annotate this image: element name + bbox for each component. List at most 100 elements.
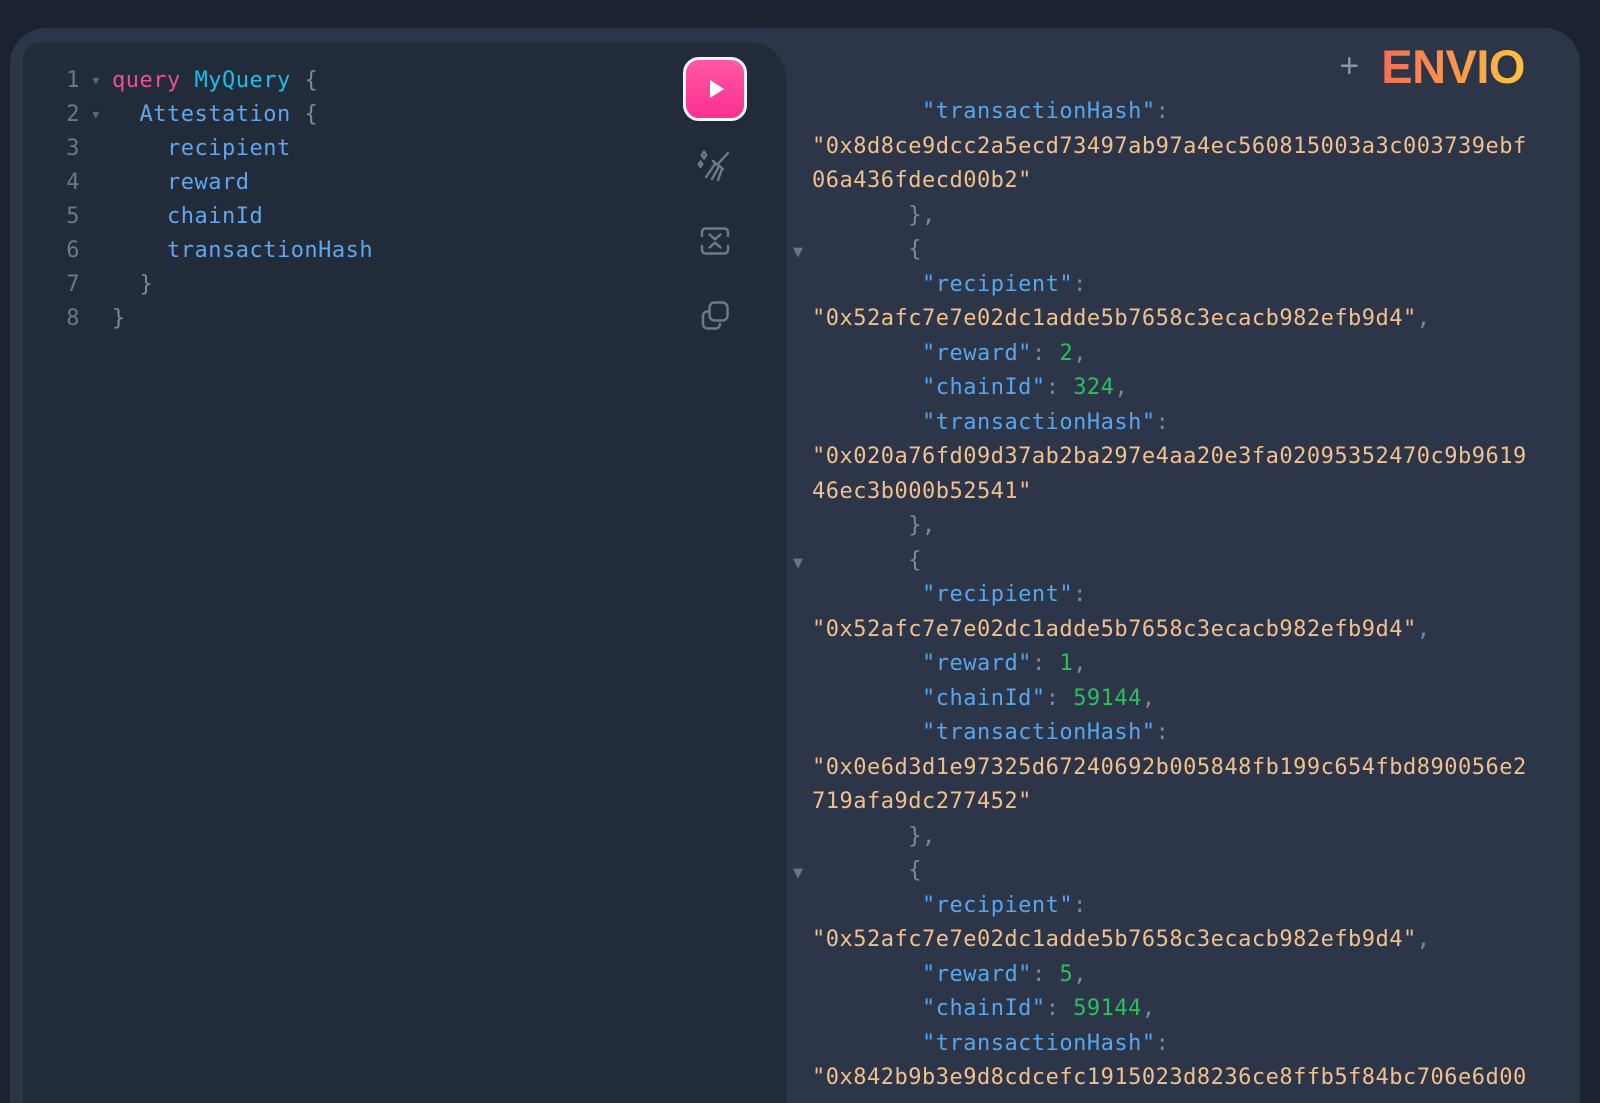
line-number: 1 xyxy=(23,64,80,98)
collapse-arrow-icon[interactable]: ▼ xyxy=(793,547,804,582)
code-text: "chainId": 59144, xyxy=(812,686,1156,711)
code-line: "0x52afc7e7e02dc1adde5b7658c3ecacb982efb… xyxy=(812,613,1580,648)
merge-fragments-button[interactable] xyxy=(695,221,735,261)
code-line: "chainId": 59144, xyxy=(812,682,1580,717)
code-line: "recipient": xyxy=(812,268,1580,303)
code-text: "0x8d8ce9dcc2a5ecd73497ab97a4ec560815003… xyxy=(812,134,1527,159)
response-json: "transactionHash": "0x8d8ce9dcc2a5ecd7349… xyxy=(786,28,1580,1096)
editor-toolbar xyxy=(683,57,747,335)
code-text: "0x52afc7e7e02dc1adde5b7658c3ecacb982efb… xyxy=(812,617,1431,642)
line-number: 2 xyxy=(23,98,80,132)
code-line: 719afa9dc277452" xyxy=(812,785,1580,820)
code-text: "chainId": 324, xyxy=(812,375,1128,400)
fold-arrow-icon[interactable]: ▾ xyxy=(80,64,112,98)
graphiql-window: 1▾query MyQuery {2▾ Attestation {3 recip… xyxy=(10,28,1580,1103)
envio-logo[interactable]: ENVIO xyxy=(1381,39,1525,94)
code-line: "0x842b9b3e9d8cdcefc1915023d8236ce8ffb5f… xyxy=(812,1061,1580,1096)
copy-icon xyxy=(695,295,735,335)
collapse-arrow-icon[interactable]: ▼ xyxy=(793,857,804,892)
fold-spacer xyxy=(80,302,112,336)
line-number: 5 xyxy=(23,200,80,234)
code-text: 719afa9dc277452" xyxy=(812,789,1032,814)
code-line: }, xyxy=(812,199,1580,234)
code-text: "transactionHash": xyxy=(812,410,1169,435)
code-text: "reward": 1, xyxy=(812,651,1087,676)
code-line: "reward": 2, xyxy=(812,337,1580,372)
code-line[interactable]: 5 chainId xyxy=(23,200,786,234)
code-text: "recipient": xyxy=(812,272,1087,297)
code-text: { xyxy=(812,548,922,573)
code-text: "recipient": xyxy=(812,893,1087,918)
code-line: "reward": 5, xyxy=(812,958,1580,993)
code-line: "transactionHash": xyxy=(812,95,1580,130)
add-tab-button[interactable]: + xyxy=(1339,49,1359,83)
fold-arrow-icon[interactable]: ▾ xyxy=(80,98,112,132)
prettify-button[interactable] xyxy=(695,147,735,187)
code-line[interactable]: 7 } xyxy=(23,268,786,302)
merge-fragments-icon xyxy=(695,221,735,261)
code-line: ▼ { xyxy=(812,544,1580,579)
line-number: 6 xyxy=(23,234,80,268)
code-line: }, xyxy=(812,509,1580,544)
code-text: 46ec3b000b52541" xyxy=(812,479,1032,504)
code-text: "reward": 2, xyxy=(812,341,1087,366)
prettify-icon xyxy=(695,147,735,187)
line-number: 8 xyxy=(23,302,80,336)
code-line: "recipient": xyxy=(812,578,1580,613)
fold-spacer xyxy=(80,132,112,166)
code-line: 46ec3b000b52541" xyxy=(812,475,1580,510)
code-line[interactable]: 3 recipient xyxy=(23,132,786,166)
code-line[interactable]: 6 transactionHash xyxy=(23,234,786,268)
copy-query-button[interactable] xyxy=(695,295,735,335)
code-text: }, xyxy=(812,824,936,849)
code-line: }, xyxy=(812,820,1580,855)
code-text: "0x52afc7e7e02dc1adde5b7658c3ecacb982efb… xyxy=(812,306,1431,331)
code-text: "transactionHash": xyxy=(812,99,1169,124)
code-line: "transactionHash": xyxy=(812,1027,1580,1062)
query-editor-code[interactable]: 1▾query MyQuery {2▾ Attestation {3 recip… xyxy=(23,42,786,336)
code-text: 06a436fdecd00b2" xyxy=(812,168,1032,193)
code-line: ▼ { xyxy=(812,854,1580,889)
code-text: "0x0e6d3d1e97325d67240692b005848fb199c65… xyxy=(812,755,1527,780)
code-line: "0x52afc7e7e02dc1adde5b7658c3ecacb982efb… xyxy=(812,923,1580,958)
line-number: 4 xyxy=(23,166,80,200)
code-text: "0x52afc7e7e02dc1adde5b7658c3ecacb982efb… xyxy=(812,927,1431,952)
code-line: 06a436fdecd00b2" xyxy=(812,164,1580,199)
code-line[interactable]: 2▾ Attestation { xyxy=(23,98,786,132)
code-text: }, xyxy=(812,203,936,228)
code-line: "reward": 1, xyxy=(812,647,1580,682)
code-line[interactable]: 4 reward xyxy=(23,166,786,200)
code-line: "transactionHash": xyxy=(812,716,1580,751)
query-editor-pane[interactable]: 1▾query MyQuery {2▾ Attestation {3 recip… xyxy=(23,42,786,1103)
fold-spacer xyxy=(80,268,112,302)
code-text: "transactionHash": xyxy=(812,720,1169,745)
collapse-arrow-icon[interactable]: ▼ xyxy=(793,236,804,271)
code-text: "chainId": 59144, xyxy=(812,996,1156,1021)
line-number: 3 xyxy=(23,132,80,166)
code-text: { xyxy=(812,858,922,883)
results-pane: + ENVIO "transactionHash": "0x8d8ce9dcc2a… xyxy=(786,28,1580,1103)
code-text: }, xyxy=(812,513,936,538)
code-text: "0x842b9b3e9d8cdcefc1915023d8236ce8ffb5f… xyxy=(812,1065,1527,1090)
code-line[interactable]: 1▾query MyQuery { xyxy=(23,64,786,98)
code-line: "0x0e6d3d1e97325d67240692b005848fb199c65… xyxy=(812,751,1580,786)
code-line: "transactionHash": xyxy=(812,406,1580,441)
code-line: "0x52afc7e7e02dc1adde5b7658c3ecacb982efb… xyxy=(812,302,1580,337)
code-text: { xyxy=(812,237,922,262)
code-line: "chainId": 59144, xyxy=(812,992,1580,1027)
code-text: "reward": 5, xyxy=(812,962,1087,987)
play-icon xyxy=(702,76,728,102)
code-line: "chainId": 324, xyxy=(812,371,1580,406)
code-line: "0x8d8ce9dcc2a5ecd73497ab97a4ec560815003… xyxy=(812,130,1580,165)
execute-query-button[interactable] xyxy=(683,57,747,121)
results-header: + ENVIO xyxy=(1339,40,1525,92)
code-text: "0x020a76fd09d37ab2ba297e4aa20e3fa020953… xyxy=(812,444,1527,469)
code-text: "transactionHash": xyxy=(812,1031,1169,1056)
fold-spacer xyxy=(80,166,112,200)
code-line: ▼ { xyxy=(812,233,1580,268)
code-line: "recipient": xyxy=(812,889,1580,924)
line-number: 7 xyxy=(23,268,80,302)
fold-spacer xyxy=(80,234,112,268)
code-line[interactable]: 8} xyxy=(23,302,786,336)
code-text: "recipient": xyxy=(812,582,1087,607)
